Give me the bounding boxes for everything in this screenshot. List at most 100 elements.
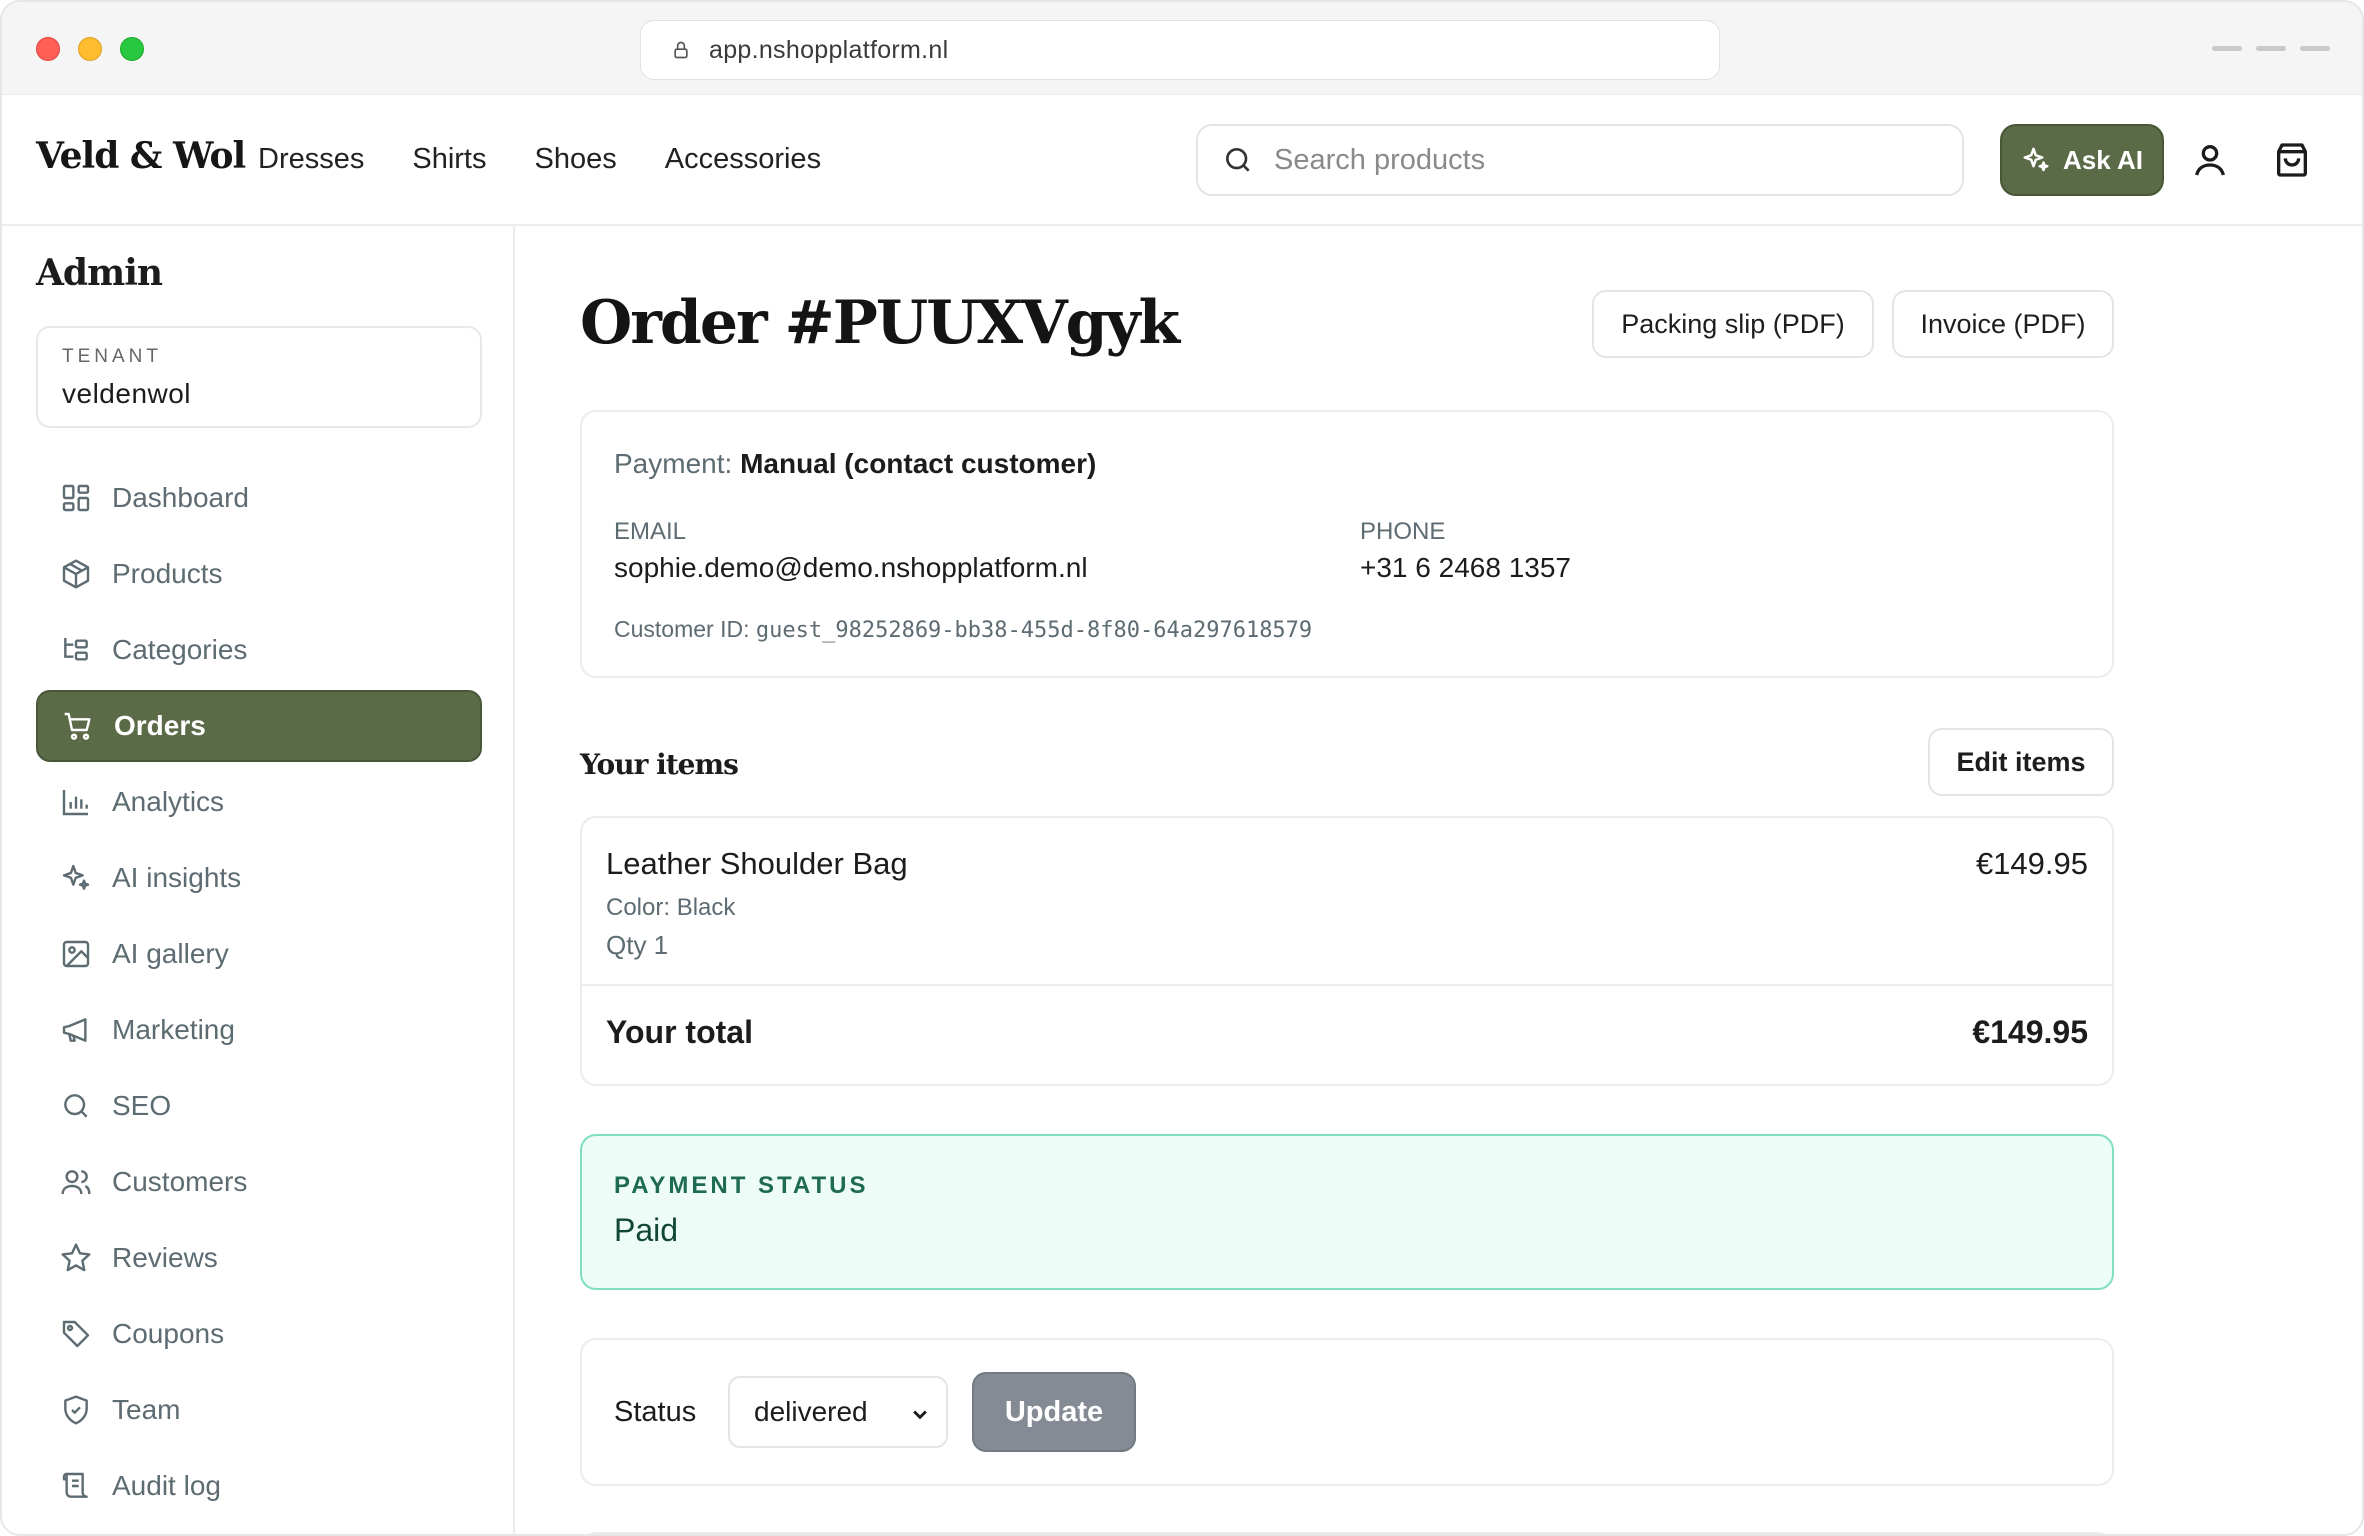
ask-ai-label: Ask AI bbox=[2063, 144, 2143, 175]
user-account-icon[interactable] bbox=[2190, 140, 2230, 180]
edit-items-label: Edit items bbox=[1956, 746, 2086, 777]
ask-ai-button[interactable]: Ask AI bbox=[2000, 124, 2164, 196]
shopping-bag-icon[interactable] bbox=[2272, 139, 2312, 181]
nav-link-accessories[interactable]: Accessories bbox=[665, 143, 821, 176]
sidebar-item-orders[interactable]: Orders bbox=[36, 690, 482, 762]
packing-slip-label: Packing slip (PDF) bbox=[1621, 308, 1845, 339]
sidebar-item-label: Coupons bbox=[112, 1318, 225, 1349]
item-name: Leather Shoulder Bag bbox=[606, 846, 908, 881]
sidebar-item-team[interactable]: Team bbox=[36, 1374, 482, 1446]
nav-link-shoes[interactable]: Shoes bbox=[535, 143, 617, 176]
payment-method: Payment: Manual (contact customer) bbox=[614, 448, 1096, 480]
box-icon bbox=[62, 559, 90, 589]
close-window-button[interactable] bbox=[36, 37, 60, 61]
sidebar-item-coupons[interactable]: Coupons bbox=[36, 1298, 482, 1370]
list-item: Leather Shoulder Bag €149.95 Color: Blac… bbox=[582, 818, 2112, 986]
search-input[interactable] bbox=[1274, 143, 1914, 177]
sidebar-item-label: Categories bbox=[112, 634, 248, 665]
lock-icon bbox=[674, 41, 688, 59]
payment-status-badge: Paid bbox=[614, 1212, 679, 1248]
sparkle-icon bbox=[62, 864, 90, 890]
scroll-icon bbox=[62, 1472, 88, 1498]
browser-window: app.nshopplatform.nl Veld & Wol Dresses … bbox=[0, 0, 2364, 1536]
sidebar-item-seo[interactable]: SEO bbox=[36, 1070, 482, 1142]
address-bar[interactable]: app.nshopplatform.nl bbox=[640, 20, 1720, 80]
customer-id-label: Customer ID: bbox=[614, 616, 750, 642]
sidebar-item-audit-log[interactable]: Audit log bbox=[36, 1450, 482, 1522]
sidebar-item-label: Dashboard bbox=[112, 482, 249, 513]
items-card: Leather Shoulder Bag €149.95 Color: Blac… bbox=[580, 816, 2114, 1086]
phone-label: PHONE bbox=[1360, 518, 1446, 545]
sidebar-item-label: Products bbox=[112, 558, 223, 589]
sidebar-item-label: Analytics bbox=[112, 786, 225, 817]
top-navigation: Veld & Wol Dresses Shirts Shoes Accessor… bbox=[2, 95, 2362, 226]
sidebar-item-label: Team bbox=[112, 1394, 181, 1425]
sidebar-item-label: Reviews bbox=[112, 1242, 218, 1273]
sidebar-item-customers[interactable]: Customers bbox=[36, 1146, 482, 1218]
window-control-icon bbox=[2256, 46, 2286, 51]
brand-logo[interactable]: Veld & Wol bbox=[36, 135, 246, 177]
customer-id-value: guest_98252869-bb38-455d-8f80-64a2976185… bbox=[755, 618, 1313, 643]
url-text: app.nshopplatform.nl bbox=[709, 35, 949, 64]
update-label: Update bbox=[1004, 1395, 1104, 1428]
status-select-value: delivered bbox=[754, 1396, 868, 1427]
update-button[interactable]: Update bbox=[972, 1372, 1136, 1452]
bar-chart-icon bbox=[62, 790, 88, 816]
nav-link-shirts[interactable]: Shirts bbox=[412, 143, 486, 176]
sidebar-item-analytics[interactable]: Analytics bbox=[36, 766, 482, 838]
star-icon bbox=[61, 1243, 91, 1272]
window-control-icon bbox=[2300, 46, 2330, 51]
payment-status-card: PAYMENT STATUS Paid bbox=[580, 1134, 2114, 1290]
tenant-value: veldenwol bbox=[62, 378, 192, 409]
sidebar-item-label: SEO bbox=[112, 1090, 172, 1121]
invoice-label: Invoice (PDF) bbox=[1920, 308, 2086, 339]
invoice-button[interactable]: Invoice (PDF) bbox=[1892, 290, 2114, 358]
sidebar-item-reviews[interactable]: Reviews bbox=[36, 1222, 482, 1294]
window-control-icon bbox=[2212, 46, 2242, 51]
sidebar-item-dashboard[interactable]: Dashboard bbox=[36, 462, 482, 534]
sidebar-item-products[interactable]: Products bbox=[36, 538, 482, 610]
status-update-card: Status delivered Update bbox=[580, 1338, 2114, 1486]
customer-email[interactable]: sophie.demo@demo.nshopplatform.nl bbox=[614, 552, 1088, 584]
category-nav: Dresses Shirts Shoes Accessories bbox=[258, 143, 821, 176]
items-heading: Your items bbox=[580, 748, 739, 781]
edit-items-button[interactable]: Edit items bbox=[1928, 728, 2114, 796]
search-icon bbox=[64, 1094, 88, 1118]
dashboard-icon bbox=[62, 484, 90, 512]
item-quantity: Qty 1 bbox=[606, 930, 669, 960]
sidebar-item-label: AI insights bbox=[112, 862, 242, 893]
payment-status-label: PAYMENT STATUS bbox=[614, 1172, 869, 1199]
sidebar-item-marketing[interactable]: Marketing bbox=[36, 994, 482, 1066]
status-select[interactable]: delivered bbox=[728, 1376, 948, 1448]
browser-chrome: app.nshopplatform.nl bbox=[2, 2, 2362, 95]
cart-icon bbox=[64, 712, 91, 740]
shield-icon bbox=[64, 1395, 88, 1425]
status-label: Status bbox=[614, 1396, 697, 1428]
sidebar-item-label: Customers bbox=[112, 1166, 248, 1197]
payment-method-label: Payment: bbox=[614, 448, 733, 479]
sidebar-item-ai-insights[interactable]: AI insights bbox=[36, 842, 482, 914]
chevron-down-icon bbox=[913, 1410, 927, 1420]
total-value: €149.95 bbox=[1972, 1014, 2088, 1050]
tree-icon bbox=[64, 638, 88, 661]
sidebar-item-categories[interactable]: Categories bbox=[36, 614, 482, 686]
search-icon bbox=[1226, 148, 1250, 172]
item-variant: Color: Black bbox=[606, 894, 736, 921]
sidebar-item-ai-gallery[interactable]: AI gallery bbox=[36, 918, 482, 990]
users-icon bbox=[61, 1170, 91, 1195]
sidebar-item-label: Orders bbox=[114, 710, 206, 741]
sidebar-menu: Dashboard Products Categories Orders Ana… bbox=[36, 462, 482, 1526]
search-box[interactable] bbox=[1196, 124, 1964, 196]
minimize-window-button[interactable] bbox=[78, 37, 102, 61]
nav-link-dresses[interactable]: Dresses bbox=[258, 143, 364, 176]
item-price: €149.95 bbox=[1975, 846, 2088, 881]
customer-phone[interactable]: +31 6 2468 1357 bbox=[1360, 552, 1571, 584]
tenant-selector[interactable]: TENANT veldenwol bbox=[36, 326, 482, 428]
maximize-window-button[interactable] bbox=[120, 37, 144, 61]
tag-icon bbox=[62, 1320, 90, 1348]
customer-info-card: Payment: Manual (contact customer) EMAIL… bbox=[580, 410, 2114, 678]
packing-slip-button[interactable]: Packing slip (PDF) bbox=[1592, 290, 1874, 358]
payment-method-value: Manual (contact customer) bbox=[740, 448, 1097, 479]
sidebar-title: Admin bbox=[36, 252, 163, 294]
sidebar-item-label: Marketing bbox=[112, 1014, 235, 1045]
